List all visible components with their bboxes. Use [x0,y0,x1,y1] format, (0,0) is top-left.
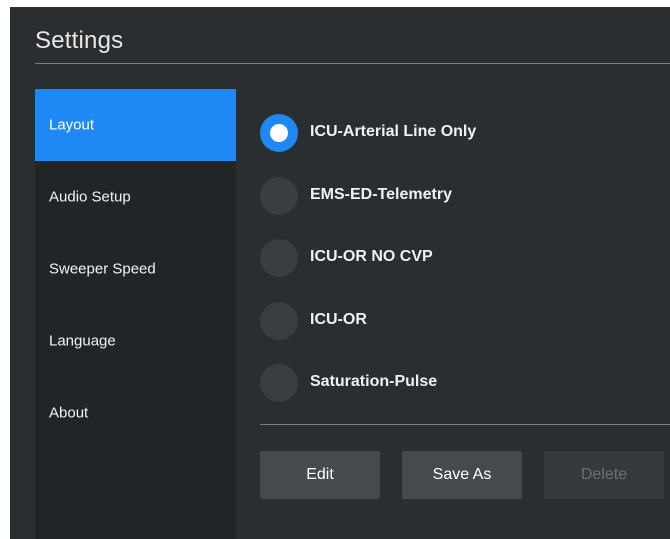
settings-window: Settings Layout Audio Setup Sweeper Spee… [10,7,670,539]
edit-button[interactable]: Edit [260,451,380,499]
sidebar-item-label: Sweeper Speed [49,260,156,278]
page-title: Settings [35,27,124,54]
layout-option-label: ICU-OR [310,311,367,328]
sidebar-item-layout[interactable]: Layout [35,89,236,161]
radio-dot-icon [270,124,288,142]
radio-button[interactable] [260,364,298,402]
layout-option-icu-or-no-cvp[interactable]: ICU-OR NO CVP [260,239,660,279]
delete-button[interactable]: Delete [544,451,664,499]
options-divider [260,424,670,425]
layout-option-icu-or[interactable]: ICU-OR [260,302,660,342]
sidebar-item-language[interactable]: Language [35,305,236,377]
layout-option-label: ICU-OR NO CVP [310,248,433,265]
sidebar-item-about[interactable]: About [35,377,236,449]
layout-option-label: EMS-ED-Telemetry [310,186,452,203]
layout-option-icu-arterial-line-only[interactable]: ICU-Arterial Line Only [260,114,660,154]
layout-option-ems-ed-telemetry[interactable]: EMS-ED-Telemetry [260,177,660,217]
radio-button[interactable] [260,177,298,215]
sidebar-item-sweeper-speed[interactable]: Sweeper Speed [35,233,236,305]
layout-option-label: ICU-Arterial Line Only [310,123,477,140]
sidebar-item-label: About [49,404,89,422]
save-as-button[interactable]: Save As [402,451,522,499]
sidebar-item-label: Audio Setup [49,188,131,206]
layout-option-saturation-pulse[interactable]: Saturation-Pulse [260,364,660,404]
title-divider [35,63,670,64]
sidebar-item-audio-setup[interactable]: Audio Setup [35,161,236,233]
radio-button-selected[interactable] [260,114,298,152]
sidebar: Layout Audio Setup Sweeper Speed Languag… [35,89,236,539]
sidebar-item-label: Layout [49,116,95,134]
layout-option-label: Saturation-Pulse [310,373,438,390]
radio-button[interactable] [260,239,298,277]
radio-button[interactable] [260,302,298,340]
sidebar-item-label: Language [49,332,116,350]
